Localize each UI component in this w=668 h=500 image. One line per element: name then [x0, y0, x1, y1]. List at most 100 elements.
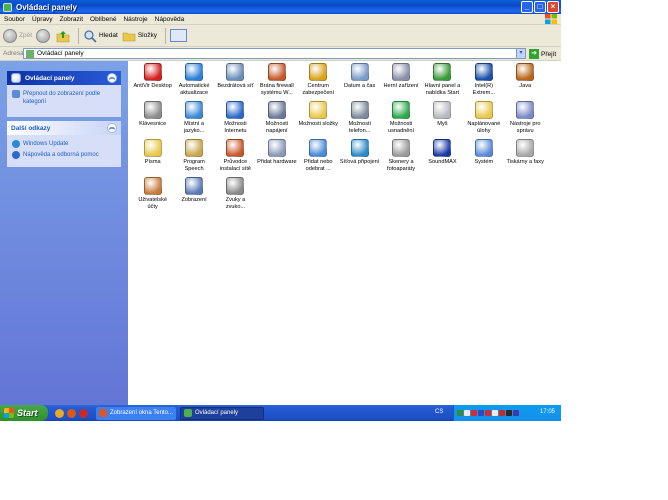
title-bar[interactable]: Ovládací panely _ □ ×	[0, 0, 561, 14]
control-panel-item[interactable]: Uživatelské účty	[132, 177, 173, 215]
control-panel-item[interactable]: Písma	[132, 139, 173, 177]
control-panel-item[interactable]: Možnosti Internetu	[215, 101, 256, 139]
control-panel-item[interactable]: Možnosti složky	[298, 101, 339, 139]
control-panel-icon	[3, 2, 12, 12]
menu-view[interactable]: Zobrazit	[60, 16, 83, 23]
control-panel-item[interactable]: Tiskárny a faxy	[505, 139, 546, 177]
tray-icon[interactable]	[513, 410, 519, 416]
folders-button[interactable]: Složky	[122, 29, 157, 43]
tray-icon[interactable]	[471, 410, 477, 416]
window-title: Ovládací panely	[16, 2, 77, 12]
go-button[interactable]: ➜ Přejít	[529, 49, 556, 59]
tray-icon[interactable]	[464, 410, 470, 416]
control-panel-pane: Ovládací panely ︽ Přepnout do zobrazení …	[7, 71, 121, 117]
control-panel-item[interactable]: Centrum zabezpečení	[298, 63, 339, 101]
control-panel-item[interactable]: Přidat nebo odebrat ...	[298, 139, 339, 177]
control-panel-item[interactable]: Nástroje pro správu	[505, 101, 546, 139]
menu-tools[interactable]: Nástroje	[123, 16, 147, 23]
wireless-icon	[226, 63, 245, 81]
control-panel-item[interactable]: Hlavní panel a nabídka Start	[422, 63, 463, 101]
control-panel-item[interactable]: Systém	[463, 139, 504, 177]
windows-update-link[interactable]: Windows Update	[12, 140, 116, 148]
quick-launch-icon[interactable]	[79, 408, 88, 418]
printer-icon	[516, 139, 535, 157]
control-panel-item[interactable]: Bezdrátová síť	[215, 63, 256, 101]
control-panel-item[interactable]: Místní a jazyko...	[173, 101, 214, 139]
control-panel-item[interactable]: Automatické aktualizace	[173, 63, 214, 101]
control-panel-item[interactable]: Přidat hardware	[256, 139, 297, 177]
up-button[interactable]	[56, 29, 70, 43]
control-panel-item[interactable]: Průvodce instalací sítě	[215, 139, 256, 177]
control-panel-item[interactable]: Java	[505, 63, 546, 101]
control-panel-item[interactable]: Možnosti telefon...	[339, 101, 380, 139]
folder-options-icon	[309, 101, 328, 119]
menu-edit[interactable]: Úpravy	[32, 16, 53, 23]
language-indicator[interactable]: CS	[435, 409, 443, 415]
taskbar-task-control-panel[interactable]: Ovládací panely	[180, 406, 264, 420]
item-label: Přidat hardware	[257, 159, 297, 165]
pane-title: Další odkazy	[11, 124, 51, 132]
quick-launch-icon[interactable]	[55, 408, 64, 418]
control-panel-item[interactable]: Síťová připojení	[339, 139, 380, 177]
control-panel-item[interactable]: Brána firewall systému W...	[256, 63, 297, 101]
control-panel-item[interactable]: SoundMAX	[422, 139, 463, 177]
collapse-icon[interactable]: ︽	[107, 73, 117, 83]
item-label: SoundMAX	[428, 159, 457, 165]
control-panel-item[interactable]: AntiVir Desktop	[132, 63, 173, 101]
chevron-down-icon[interactable]: ▾	[516, 49, 525, 58]
control-panel-item[interactable]: Skenery a fotoaparáty	[380, 139, 421, 177]
item-label: Průvodce instalací sítě	[219, 159, 252, 172]
link-label: Nápověda a odborná pomoc	[23, 152, 99, 158]
address-input[interactable]: Ovládací panely ▾	[23, 48, 526, 59]
pane-title: Ovládací panely	[25, 74, 75, 82]
tray-icon[interactable]	[485, 410, 491, 416]
control-panel-item[interactable]: Herní zařízení	[380, 63, 421, 101]
close-button[interactable]: ×	[547, 1, 559, 13]
network-wizard-icon	[226, 139, 245, 157]
menu-help[interactable]: Nápověda	[155, 16, 185, 23]
control-panel-item[interactable]: Možnosti usnadnění	[380, 101, 421, 139]
item-label: Java	[519, 83, 532, 89]
control-panel-item[interactable]: Zobrazení	[173, 177, 214, 215]
forward-button[interactable]	[36, 28, 52, 43]
add-remove-icon	[309, 139, 328, 157]
control-panel-item[interactable]: Program Speech	[173, 139, 214, 177]
task-label: Ovládací panely	[195, 410, 239, 416]
menu-favorites[interactable]: Oblíbené	[90, 16, 116, 23]
back-label: Zpět	[19, 32, 33, 39]
back-button[interactable]: Zpět	[3, 28, 33, 43]
control-panel-item[interactable]: Možnosti napájení	[256, 101, 297, 139]
control-panel-item[interactable]: Myš	[422, 101, 463, 139]
tray-icon[interactable]	[499, 410, 505, 416]
maximize-button[interactable]: □	[534, 1, 546, 13]
address-value: Ovládací panely	[37, 50, 84, 57]
link-label: Windows Update	[23, 141, 69, 147]
switch-category-view-link[interactable]: Přepnout do zobrazení podle kategorií	[12, 90, 116, 106]
collapse-icon[interactable]: ︽	[107, 123, 117, 133]
task-pane: Ovládací panely ︽ Přepnout do zobrazení …	[0, 61, 128, 405]
search-icon	[84, 29, 97, 43]
item-label: Přidat nebo odebrat ...	[303, 159, 333, 172]
tray-icon[interactable]	[478, 410, 484, 416]
start-button[interactable]: Start	[0, 405, 48, 421]
taskbar-task-explorer[interactable]: Zobrazení okna Tento...	[96, 406, 176, 420]
menu-file[interactable]: Soubor	[4, 16, 25, 23]
pane-header[interactable]: Ovládací panely ︽	[7, 71, 121, 85]
minimize-button[interactable]: _	[521, 1, 533, 13]
tray-icon[interactable]	[506, 410, 512, 416]
control-panel-item[interactable]: Intel(R) Extrem...	[463, 63, 504, 101]
toolbar-separator	[164, 27, 166, 44]
help-support-link[interactable]: Nápověda a odborná pomoc	[12, 151, 116, 159]
firefox-icon[interactable]	[67, 408, 76, 418]
control-panel-item[interactable]: Klávesnice	[132, 101, 173, 139]
control-panel-item[interactable]: Datum a čas	[339, 63, 380, 101]
pane-header[interactable]: Další odkazy ︽	[7, 121, 121, 135]
tray-icon[interactable]	[492, 410, 498, 416]
control-panel-item[interactable]: Zvuky a zvuko...	[215, 177, 256, 215]
control-panel-item[interactable]: Naplánované úlohy	[463, 101, 504, 139]
folder-up-icon	[56, 30, 70, 42]
tray-icon[interactable]	[457, 410, 463, 416]
search-button[interactable]: Hledat	[83, 29, 118, 43]
intel-icon	[474, 63, 493, 81]
views-button[interactable]	[169, 29, 187, 42]
